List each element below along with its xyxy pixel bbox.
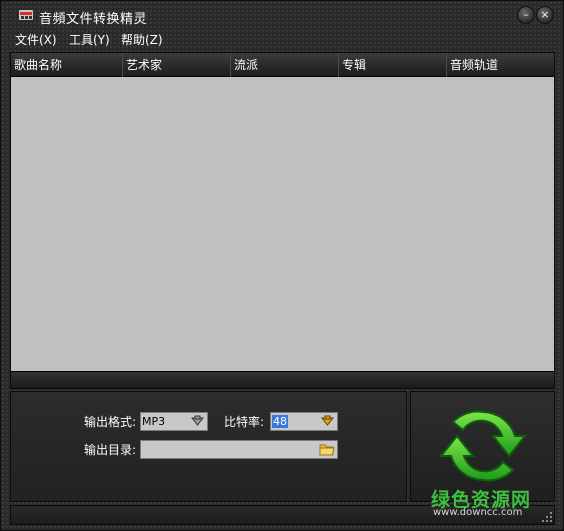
bitrate-label: 比特率: — [224, 415, 265, 429]
bitrate-select[interactable]: 48 — [270, 412, 338, 431]
watermark-text: 绿色资源网 — [431, 489, 532, 511]
minimize-button[interactable]: – — [517, 6, 535, 24]
chevron-down-icon[interactable] — [320, 414, 335, 429]
column-header-artist[interactable]: 艺术家 — [123, 53, 231, 77]
bitrate-value: 48 — [272, 415, 288, 428]
output-settings-panel: 输出格式: MP3 比特率: 48 输出目录: — [10, 391, 407, 502]
output-dir-label: 输出目录: — [84, 443, 137, 457]
close-button[interactable]: × — [536, 6, 554, 24]
chevron-down-icon[interactable] — [190, 414, 205, 429]
horizontal-scrollbar[interactable] — [11, 371, 554, 388]
song-list[interactable]: 歌曲名称 艺术家 流派 专辑 音频轨道 — [10, 52, 555, 389]
column-header-song-name[interactable]: 歌曲名称 — [11, 53, 123, 77]
output-format-select[interactable]: MP3 — [140, 412, 208, 431]
refresh-arrows-icon[interactable] — [435, 400, 531, 492]
output-format-value: MP3 — [142, 415, 166, 428]
menu-help[interactable]: 帮助(Z) — [121, 31, 163, 48]
window-title: 音頻文件转换精灵 — [39, 12, 148, 27]
watermark-url: www.downcc.com — [433, 507, 523, 518]
app-logo-icon — [19, 10, 33, 20]
folder-icon[interactable] — [319, 442, 335, 457]
main-window: 音頻文件转换精灵 – × 文件(X) 工具(Y) 帮助(Z) 歌曲名称 艺术家 … — [0, 0, 564, 531]
column-header-album[interactable]: 专辑 — [339, 53, 447, 77]
output-dir-field[interactable] — [140, 440, 338, 459]
list-header: 歌曲名称 艺术家 流派 专辑 音频轨道 — [11, 53, 554, 77]
column-header-audio-track[interactable]: 音频轨道 — [447, 53, 554, 77]
menu-tools[interactable]: 工具(Y) — [69, 31, 110, 48]
menu-file[interactable]: 文件(X) — [15, 31, 57, 48]
title-bar[interactable]: 音頻文件转换精灵 – × — [1, 1, 563, 31]
list-body[interactable] — [11, 77, 554, 371]
output-format-label: 输出格式: — [84, 415, 137, 429]
column-header-genre[interactable]: 流派 — [231, 53, 339, 77]
